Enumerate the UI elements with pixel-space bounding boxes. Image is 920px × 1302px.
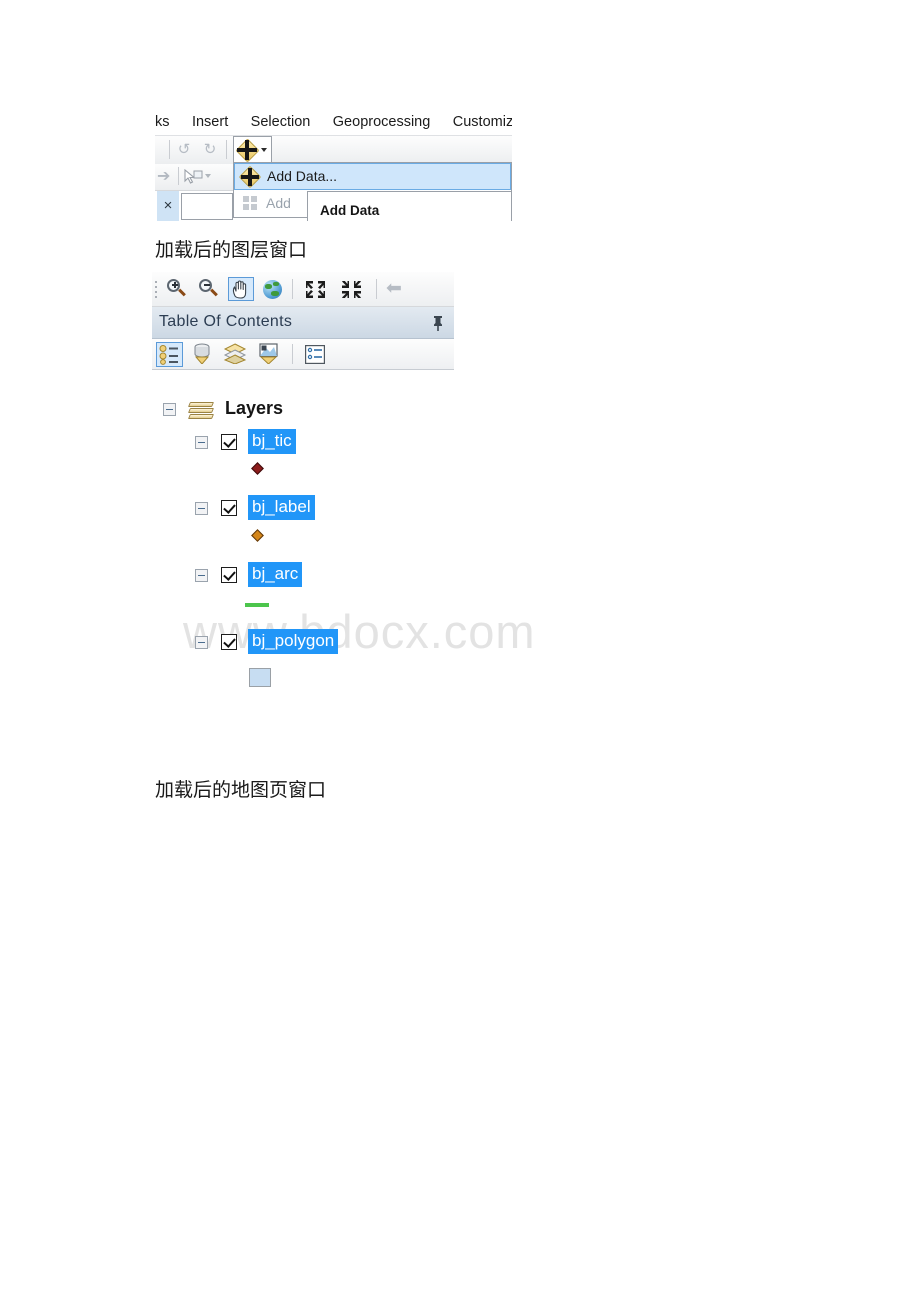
toolbar-separator: [178, 167, 179, 185]
pin-icon[interactable]: [432, 315, 444, 331]
tooltip: Add Data: [307, 191, 512, 221]
layer-name-layers[interactable]: Layers: [225, 398, 283, 419]
go-back-extent-icon[interactable]: ⬅: [386, 279, 408, 298]
navigation-toolbar: ⬅: [152, 272, 454, 307]
add-data-button[interactable]: [233, 136, 272, 163]
menu-item-add-data-label: Add Data...: [267, 168, 338, 184]
full-extent-globe-icon[interactable]: [260, 277, 286, 301]
menu-bar: ks Insert Selection Geoprocessing Custom…: [155, 108, 512, 135]
toolbar-separator: [292, 279, 293, 299]
pan-hand-icon[interactable]: [228, 277, 254, 301]
zoom-in-icon[interactable]: [164, 277, 190, 301]
toc-title: Table Of Contents: [159, 313, 293, 330]
table-of-contents-screenshot: ⬅ Table Of Contents: [152, 272, 454, 387]
options-icon[interactable]: [302, 342, 329, 367]
tooltip-title: Add Data: [320, 203, 380, 218]
undo-icon[interactable]: ↺: [175, 141, 193, 159]
list-by-source-icon[interactable]: [189, 342, 216, 367]
layer-name-bj-label[interactable]: bj_label: [248, 495, 315, 520]
data-frame-layers-icon: [187, 402, 215, 422]
layer-visibility-checkbox[interactable]: [221, 434, 237, 450]
redo-icon[interactable]: ↻: [201, 141, 219, 159]
chevron-down-icon[interactable]: [205, 174, 211, 178]
toolbar-separator: [226, 140, 227, 159]
menu-item-selection[interactable]: Selection: [242, 108, 320, 133]
forward-arrow-icon[interactable]: ➔: [157, 169, 174, 185]
add-data-icon: [235, 165, 267, 188]
menu-item-add-basemap-label: Add: [266, 195, 291, 211]
add-data-screenshot: ks Insert Selection Geoprocessing Custom…: [155, 108, 512, 221]
zoom-out-icon[interactable]: [196, 277, 222, 301]
collapse-icon[interactable]: [195, 436, 208, 449]
list-by-visibility-icon[interactable]: [222, 342, 249, 367]
symbol-swatch-bj-label[interactable]: [251, 529, 264, 542]
caption-map-window: 加载后的地图页窗口: [155, 779, 327, 801]
add-basemap-icon: [234, 196, 266, 211]
collapse-icon[interactable]: [195, 569, 208, 582]
add-data-icon: [235, 138, 260, 163]
toolbar-grip[interactable]: [155, 281, 157, 298]
layer-visibility-checkbox[interactable]: [221, 500, 237, 516]
menu-item-insert[interactable]: Insert: [183, 108, 237, 133]
standard-toolbar: ↺ ↻: [155, 135, 512, 165]
collapse-icon[interactable]: [195, 636, 208, 649]
layer-visibility-checkbox[interactable]: [221, 634, 237, 650]
toc-content-area: [152, 370, 454, 387]
tab-box[interactable]: [181, 193, 233, 220]
list-by-drawing-order-icon[interactable]: [156, 342, 183, 367]
menu-item-bookmarks[interactable]: ks: [155, 108, 179, 133]
toolbar-separator: [292, 344, 293, 364]
chevron-down-icon[interactable]: [261, 148, 267, 152]
close-icon[interactable]: ×: [157, 191, 179, 221]
fixed-zoom-out-icon[interactable]: [338, 277, 364, 301]
toc-title-bar: Table Of Contents: [152, 307, 454, 339]
layer-name-bj-arc[interactable]: bj_arc: [248, 562, 303, 587]
layer-name-bj-tic[interactable]: bj_tic: [248, 429, 296, 454]
toolbar-separator: [169, 140, 170, 159]
collapse-icon[interactable]: [195, 502, 208, 515]
watermark: www.bdocx.com: [183, 605, 536, 658]
fixed-zoom-in-icon[interactable]: [302, 277, 328, 301]
menu-item-customize[interactable]: Customize: [444, 108, 512, 133]
caption-layers-window: 加载后的图层窗口: [155, 239, 308, 261]
collapse-icon[interactable]: [163, 403, 176, 416]
layer-visibility-checkbox[interactable]: [221, 567, 237, 583]
toc-tool-strip: [152, 339, 454, 370]
symbol-swatch-bj-polygon[interactable]: [249, 668, 271, 687]
toolbar-separator: [376, 279, 377, 299]
select-features-icon[interactable]: [183, 168, 203, 185]
layer-name-bj-polygon[interactable]: bj_polygon: [248, 629, 339, 654]
menu-item-add-data[interactable]: Add Data...: [234, 163, 511, 190]
menu-item-geoprocessing[interactable]: Geoprocessing: [324, 108, 440, 133]
list-by-selection-icon[interactable]: [255, 342, 282, 367]
symbol-swatch-bj-tic[interactable]: [251, 462, 264, 475]
